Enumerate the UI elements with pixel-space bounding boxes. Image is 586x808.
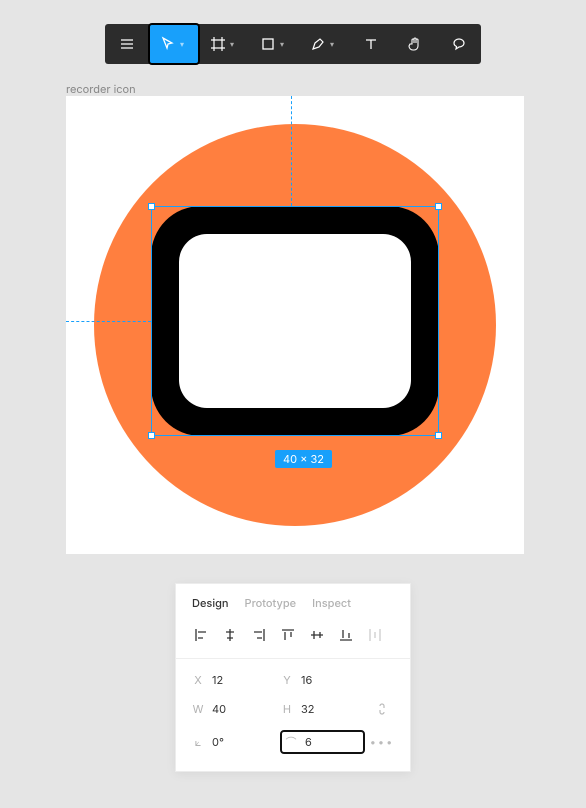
pen-icon [310, 36, 326, 52]
radius-value[interactable]: 6 [305, 735, 312, 749]
width-field[interactable]: W 40 [192, 702, 275, 716]
align-right-button[interactable] [246, 624, 272, 646]
y-label: Y [281, 673, 293, 687]
x-label: X [192, 673, 204, 687]
horizontal-guide [66, 321, 151, 322]
align-left-button[interactable] [188, 624, 214, 646]
tab-inspect[interactable]: Inspect [312, 596, 351, 610]
rotation-field[interactable]: ⟀ 0° [192, 735, 275, 750]
link-icon [376, 701, 388, 717]
resize-handle-bl[interactable] [148, 432, 155, 439]
alignment-controls [176, 620, 410, 659]
y-value[interactable]: 16 [301, 673, 312, 687]
frame-icon [210, 36, 226, 52]
chevron-down-icon: ▾ [180, 39, 184, 49]
hand-icon [407, 36, 423, 52]
panel-tabs: Design Prototype Inspect [176, 584, 410, 620]
height-value[interactable]: 32 [301, 702, 315, 716]
height-label: H [281, 702, 293, 716]
tab-prototype[interactable]: Prototype [245, 596, 297, 610]
rotation-icon: ⟀ [192, 735, 204, 750]
toolbar: ▾ ▾ ▾ ▾ [105, 24, 481, 64]
align-top-button[interactable] [275, 624, 301, 646]
hamburger-icon [119, 36, 135, 52]
comment-tool[interactable] [437, 24, 481, 64]
cursor-icon [160, 36, 176, 52]
align-hcenter-button[interactable] [217, 624, 243, 646]
ellipsis-icon: ••• [370, 735, 395, 749]
comment-icon [451, 36, 467, 52]
distribute-button[interactable] [362, 624, 388, 646]
menu-button[interactable] [105, 24, 149, 64]
vertical-guide [291, 96, 292, 206]
chevron-down-icon: ▾ [280, 39, 284, 49]
transform-section: X 12 Y 16 W 40 H 32 ⟀ 0° ⌒ 6 ••• [176, 659, 410, 771]
chevron-down-icon: ▾ [230, 39, 234, 49]
selection-bounding-box[interactable] [151, 206, 439, 436]
frame-label[interactable]: recorder icon [66, 82, 136, 96]
chevron-down-icon: ▾ [330, 39, 334, 49]
constrain-proportions-button[interactable] [370, 701, 394, 717]
rectangle-icon [260, 36, 276, 52]
pen-tool[interactable]: ▾ [299, 24, 349, 64]
tab-design[interactable]: Design [192, 596, 229, 610]
frame-tool[interactable]: ▾ [199, 24, 249, 64]
resize-handle-tr[interactable] [435, 203, 442, 210]
x-value[interactable]: 12 [212, 673, 223, 687]
width-label: W [192, 702, 204, 716]
y-field[interactable]: Y 16 [281, 673, 364, 687]
resize-handle-tl[interactable] [148, 203, 155, 210]
hand-tool[interactable] [393, 24, 437, 64]
align-bottom-button[interactable] [333, 624, 359, 646]
rotation-value[interactable]: 0° [212, 735, 224, 749]
align-vcenter-button[interactable] [304, 624, 330, 646]
inspector-panel: Design Prototype Inspect X 12 Y 16 W 40 … [175, 583, 411, 772]
more-options-button[interactable]: ••• [370, 735, 394, 749]
width-value[interactable]: 40 [212, 702, 226, 716]
text-icon [363, 36, 379, 52]
resize-handle-br[interactable] [435, 432, 442, 439]
x-field[interactable]: X 12 [192, 673, 275, 687]
radius-icon: ⌒ [285, 734, 297, 750]
selection-dimensions-badge: 40 × 32 [275, 450, 332, 468]
height-field[interactable]: H 32 [281, 702, 364, 716]
move-tool[interactable]: ▾ [149, 24, 199, 64]
shape-tool[interactable]: ▾ [249, 24, 299, 64]
text-tool[interactable] [349, 24, 393, 64]
corner-radius-field[interactable]: ⌒ 6 [281, 731, 364, 753]
